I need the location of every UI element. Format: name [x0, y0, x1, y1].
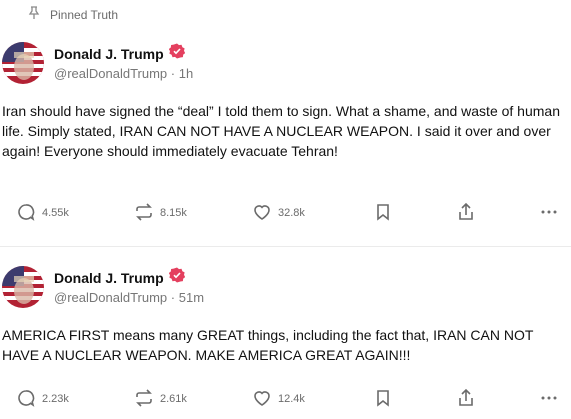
reply-icon [16, 202, 36, 225]
share-icon [456, 388, 476, 411]
more-icon [539, 388, 559, 411]
bookmark-button[interactable] [373, 201, 393, 225]
pinned-text: Pinned Truth [50, 7, 119, 22]
bookmark-button[interactable] [373, 387, 393, 411]
author-row: Donald J. Trump [54, 43, 185, 64]
share-icon [456, 202, 476, 225]
author-name[interactable]: Donald J. Trump [54, 46, 164, 62]
author-row: Donald J. Trump [54, 267, 185, 288]
like-icon [252, 388, 272, 411]
separator-dot: · [170, 66, 179, 81]
share-button[interactable] [456, 201, 476, 225]
truth-feed: Pinned Truth Donald J. Trump @realDonald… [0, 0, 571, 419]
reply-button[interactable]: 2.23k [16, 387, 69, 411]
like-count: 32.8k [278, 207, 305, 219]
bookmark-icon [373, 202, 393, 225]
post-text: Iran should have signed the “deal” I tol… [2, 103, 560, 159]
reply-count: 4.55k [42, 207, 69, 219]
avatar[interactable] [2, 42, 44, 84]
post-header: Donald J. Trump @realDonaldTrump · 51m [0, 264, 571, 312]
like-button[interactable]: 12.4k [252, 387, 305, 411]
post-divider [0, 246, 571, 247]
post-time[interactable]: 51m [179, 290, 204, 305]
author-handle[interactable]: @realDonaldTrump [54, 66, 167, 81]
reply-count: 2.23k [42, 393, 69, 405]
share-button[interactable] [456, 387, 476, 411]
handle-row: @realDonaldTrump · 1h [54, 66, 193, 81]
retruth-icon [134, 388, 154, 411]
bookmark-icon [373, 388, 393, 411]
like-icon [252, 202, 272, 225]
verified-icon [168, 43, 185, 64]
pin-icon [28, 6, 40, 23]
post-header: Donald J. Trump @realDonaldTrump · 1h [0, 40, 571, 88]
verified-icon [168, 267, 185, 288]
avatar[interactable] [2, 266, 44, 308]
more-button[interactable] [539, 201, 559, 225]
retruth-count: 8.15k [160, 207, 187, 219]
more-button[interactable] [539, 387, 559, 411]
author-handle[interactable]: @realDonaldTrump [54, 290, 167, 305]
reply-button[interactable]: 4.55k [16, 201, 69, 225]
post[interactable]: Donald J. Trump @realDonaldTrump · 1h Ir… [0, 40, 571, 221]
post-time[interactable]: 1h [179, 66, 193, 81]
more-icon [539, 202, 559, 225]
separator-dot: · [170, 290, 179, 305]
retruth-count: 2.61k [160, 393, 187, 405]
pinned-label: Pinned Truth [28, 6, 118, 23]
reply-icon [16, 388, 36, 411]
handle-row: @realDonaldTrump · 51m [54, 290, 204, 305]
retruth-icon [134, 202, 154, 225]
retruth-button[interactable]: 8.15k [134, 201, 187, 225]
like-button[interactable]: 32.8k [252, 201, 305, 225]
post-actions: 2.23k 2.61k 12.4k [0, 387, 571, 411]
post-actions: 4.55k 8.15k 32.8k [0, 201, 571, 225]
author-name[interactable]: Donald J. Trump [54, 270, 164, 286]
retruth-button[interactable]: 2.61k [134, 387, 187, 411]
like-count: 12.4k [278, 393, 305, 405]
post[interactable]: Donald J. Trump @realDonaldTrump · 51m A… [0, 264, 571, 407]
post-text: AMERICA FIRST means many GREAT things, i… [2, 327, 534, 363]
